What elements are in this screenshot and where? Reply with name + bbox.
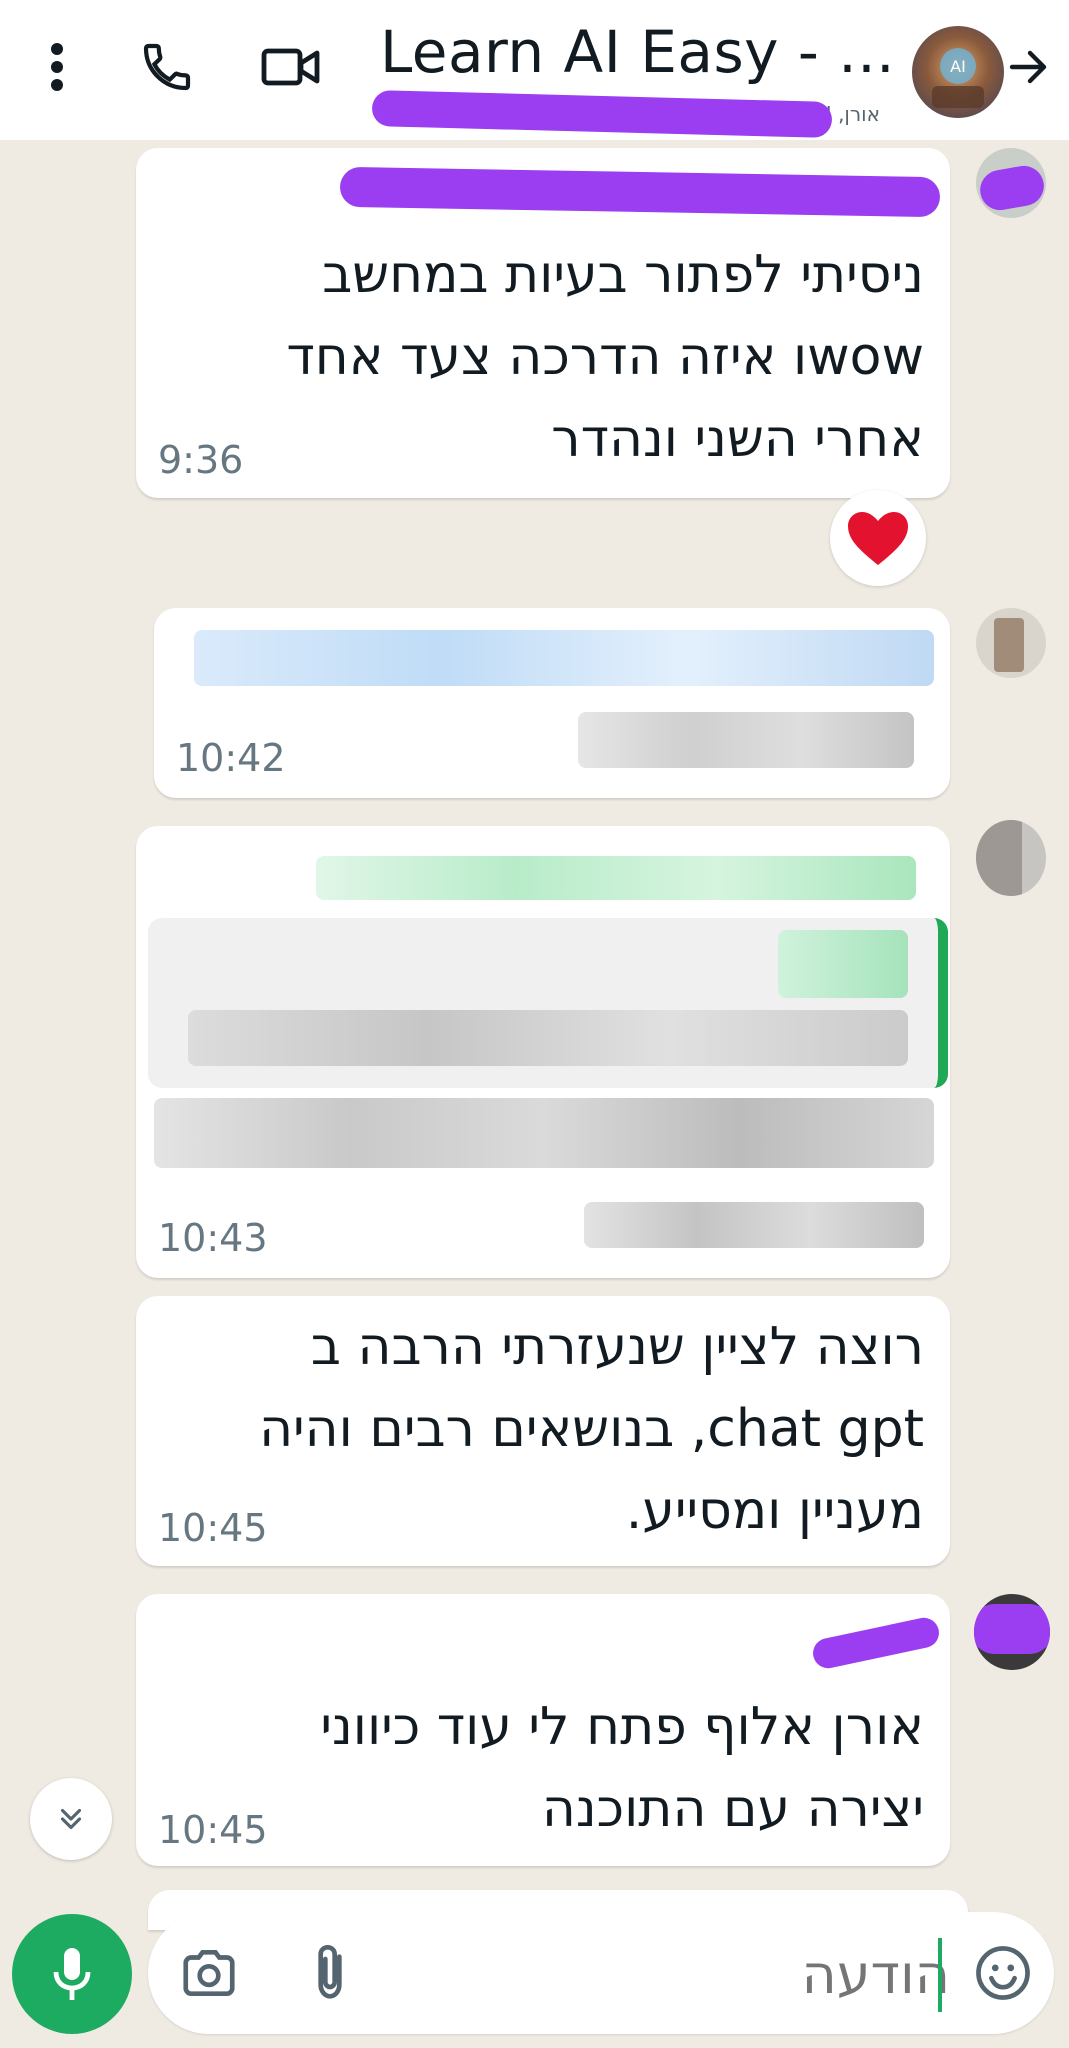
mic-button[interactable] (12, 1914, 132, 2034)
camera-icon[interactable] (178, 1942, 240, 2004)
redaction-mark (339, 166, 941, 218)
phone-icon[interactable] (122, 22, 212, 112)
message-time: 10:45 (158, 1506, 268, 1550)
redacted-message-text (584, 1202, 924, 1248)
redacted-message-text (154, 1098, 934, 1168)
chat-title[interactable]: Learn AI Easy - ... (380, 14, 900, 90)
heart-icon (848, 512, 908, 565)
message-time: 10:45 (158, 1808, 268, 1852)
message-time: 10:42 (176, 736, 286, 780)
reaction-badge[interactable] (830, 490, 926, 586)
redaction-mark (810, 1615, 942, 1671)
emoji-icon[interactable] (972, 1942, 1034, 2004)
sender-avatar[interactable] (976, 148, 1046, 218)
message-composer[interactable] (148, 1912, 1054, 2034)
quoted-message[interactable] (148, 918, 948, 1088)
microphone-icon (53, 1948, 91, 2000)
message-bubble[interactable]: 10:42 (154, 608, 950, 798)
paperclip-icon[interactable] (302, 1940, 358, 2006)
message-bubble[interactable]: ניסיתי לפתור בעיות במחשב wowו איזה הדרכה… (136, 148, 950, 498)
svg-text:AI: AI (950, 57, 966, 76)
message-bubble[interactable]: 10:43 (136, 826, 950, 1278)
sender-avatar[interactable] (976, 608, 1046, 678)
message-time: 10:43 (158, 1216, 268, 1260)
redacted-quote-author (778, 930, 908, 998)
more-vert-icon[interactable] (12, 22, 102, 112)
redacted-sender-name (194, 630, 934, 686)
message-input[interactable] (408, 1932, 952, 2016)
video-camera-icon[interactable] (246, 22, 336, 112)
message-text: ניסיתי לפתור בעיות במחשב wowו איזה הדרכה… (286, 245, 924, 469)
message-bubble[interactable]: אורן אלוף פתח לי עוד כיווני יצירה עם התו… (136, 1594, 950, 1866)
double-chevron-down-icon (60, 1808, 82, 1830)
redaction-mark (371, 89, 833, 139)
chat-header: Learn AI Easy - ... ‏אורן, AI, אייקובי, … (0, 0, 1069, 140)
sender-avatar[interactable] (976, 820, 1046, 896)
text-cursor (938, 1938, 942, 2012)
redacted-quote-text (188, 1010, 908, 1066)
arrow-right-icon[interactable] (988, 22, 1068, 112)
redacted-message-text (578, 712, 914, 768)
redacted-sender-name (316, 856, 916, 900)
sender-avatar[interactable] (974, 1594, 1050, 1670)
message-bubble[interactable]: רוצה לציין שנעזרתי הרבה ב chat gpt, בנוש… (136, 1296, 950, 1566)
scroll-to-bottom-button[interactable] (30, 1778, 112, 1860)
message-time: 9:36 (158, 438, 244, 482)
message-text: רוצה לציין שנעזרתי הרבה ב chat gpt, בנוש… (259, 1317, 924, 1541)
message-text: אורן אלוף פתח לי עוד כיווני יצירה עם התו… (320, 1697, 924, 1839)
